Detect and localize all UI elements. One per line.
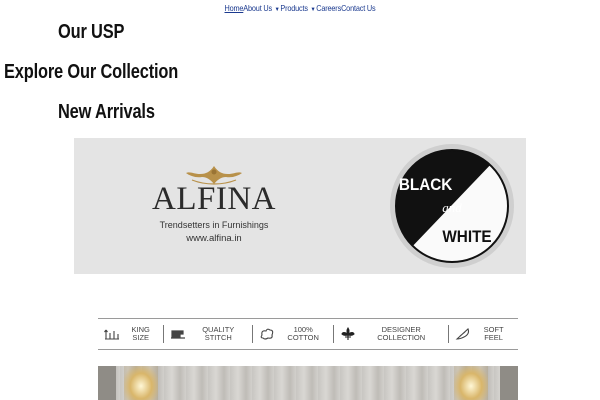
- cotton-icon: [260, 328, 274, 340]
- nav-about-us[interactable]: About Us: [243, 3, 272, 13]
- badge-and-text: and: [442, 200, 462, 215]
- badge-white-text: WHITE: [442, 227, 491, 246]
- feature-cotton: 100% COTTON: [253, 319, 333, 349]
- nav-contact-us[interactable]: Contact Us: [341, 3, 376, 13]
- nav-careers[interactable]: Careers: [316, 3, 341, 13]
- new-arrivals-heading: New Arrivals: [58, 101, 155, 123]
- explore-collection-heading: Explore Our Collection: [4, 61, 179, 83]
- feather-icon: [455, 328, 470, 340]
- ruler-icon: [104, 329, 119, 340]
- feature-king-size: KING SIZE: [98, 319, 163, 349]
- nav-home[interactable]: Home: [224, 3, 243, 13]
- top-nav: HomeAbout Us ▼Products ▼CareersContact Us: [42, 3, 558, 13]
- chandelier-left: [124, 366, 158, 400]
- bedroom-product-photo: [98, 366, 518, 400]
- banner-brand-band: ALFINA Trendsetters in Furnishings www.a…: [74, 138, 526, 274]
- our-usp-heading: Our USP: [58, 21, 125, 43]
- chevron-down-icon[interactable]: ▼: [310, 7, 315, 13]
- chandelier-right: [454, 366, 488, 400]
- brand-logo: ALFINA Trendsetters in Furnishings www.a…: [144, 164, 284, 244]
- nav-products[interactable]: Products: [280, 3, 308, 13]
- brand-url: www.alfina.in: [186, 233, 242, 244]
- fleur-de-lis-icon: [341, 327, 355, 340]
- photo-wall-shadow: [500, 366, 518, 400]
- brand-tagline: Trendsetters in Furnishings: [159, 220, 269, 230]
- new-arrival-banner[interactable]: ALFINA Trendsetters in Furnishings www.a…: [58, 130, 542, 400]
- feature-strip: KING SIZE QUALITY STITCH 100% COTTON DES…: [98, 318, 518, 350]
- brand-name: ALFINA: [152, 181, 276, 217]
- photo-wall-shadow: [98, 366, 116, 400]
- feature-quality-stitch: QUALITY STITCH: [164, 319, 252, 349]
- sewing-machine-icon: [171, 330, 186, 339]
- chevron-down-icon[interactable]: ▼: [275, 7, 280, 13]
- feature-soft-feel: SOFT FEEL: [449, 319, 518, 349]
- feature-designer-collection: DESIGNER COLLECTION: [334, 319, 448, 349]
- black-and-white-badge: BLACK and WHITE: [390, 144, 514, 268]
- badge-black-text: BLACK: [399, 175, 453, 194]
